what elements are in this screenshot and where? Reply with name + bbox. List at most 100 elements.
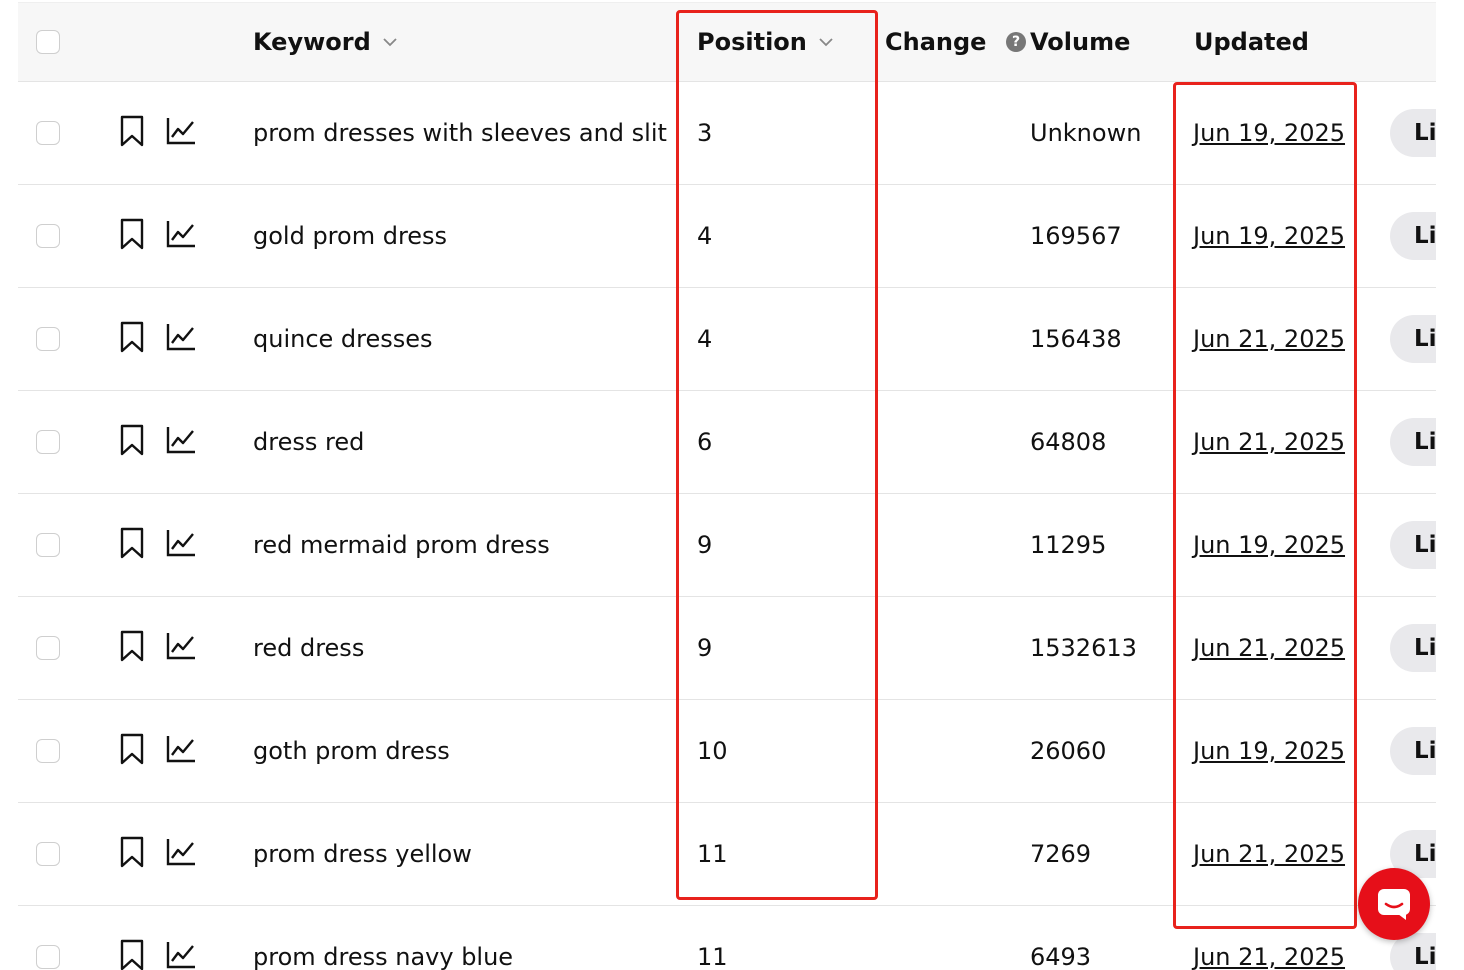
position-header-label: Position bbox=[697, 28, 807, 56]
row-checkbox[interactable] bbox=[36, 430, 60, 454]
row-checkbox[interactable] bbox=[36, 533, 60, 557]
bookmark-button[interactable] bbox=[118, 700, 146, 802]
row-action-button[interactable]: Li bbox=[1390, 418, 1436, 466]
updated-date-link[interactable]: Jun 21, 2025 bbox=[1193, 634, 1345, 662]
updated-cell: Jun 19, 2025 bbox=[1193, 185, 1345, 287]
updated-date-link[interactable]: Jun 19, 2025 bbox=[1193, 737, 1345, 765]
trend-button[interactable] bbox=[165, 597, 197, 699]
updated-header[interactable]: Updated bbox=[1194, 3, 1309, 81]
keyword-text: red dress bbox=[253, 634, 365, 662]
row-action-label: Li bbox=[1414, 944, 1436, 970]
table-row: quince dresses 4 156438 Jun 21, 2025 Li bbox=[18, 288, 1436, 391]
row-action-button[interactable]: Li bbox=[1390, 109, 1436, 157]
volume-value: 169567 bbox=[1030, 222, 1122, 250]
volume-cell: 156438 bbox=[1030, 288, 1122, 390]
position-cell: 4 bbox=[697, 185, 712, 287]
bookmark-button[interactable] bbox=[118, 803, 146, 905]
volume-value: 26060 bbox=[1030, 737, 1107, 765]
row-action-button[interactable]: Li bbox=[1390, 727, 1436, 775]
row-select-cell bbox=[36, 82, 60, 184]
volume-value: Unknown bbox=[1030, 119, 1142, 147]
info-icon[interactable]: ? bbox=[1006, 32, 1026, 52]
row-action-label: Li bbox=[1414, 532, 1436, 558]
keyword-text: prom dress navy blue bbox=[253, 943, 514, 970]
bookmark-icon bbox=[118, 321, 146, 357]
table-row: gold prom dress 4 169567 Jun 19, 2025 Li bbox=[18, 185, 1436, 288]
row-checkbox[interactable] bbox=[36, 327, 60, 351]
trend-button[interactable] bbox=[165, 391, 197, 493]
keyword-cell: red mermaid prom dress bbox=[253, 494, 550, 596]
position-header[interactable]: Position bbox=[697, 3, 835, 81]
row-checkbox[interactable] bbox=[36, 945, 60, 969]
bookmark-button[interactable] bbox=[118, 185, 146, 287]
keyword-text: goth prom dress bbox=[253, 737, 450, 765]
row-checkbox[interactable] bbox=[36, 739, 60, 763]
row-checkbox[interactable] bbox=[36, 121, 60, 145]
trend-button[interactable] bbox=[165, 906, 197, 970]
bookmark-icon bbox=[118, 218, 146, 254]
bookmark-button[interactable] bbox=[118, 288, 146, 390]
updated-date-link[interactable]: Jun 21, 2025 bbox=[1193, 943, 1345, 970]
position-cell: 4 bbox=[697, 288, 712, 390]
row-checkbox[interactable] bbox=[36, 842, 60, 866]
row-select-cell bbox=[36, 185, 60, 287]
row-select-cell bbox=[36, 391, 60, 493]
keyword-cell: red dress bbox=[253, 597, 364, 699]
row-action-button[interactable]: Li bbox=[1390, 212, 1436, 260]
position-cell: 11 bbox=[697, 803, 728, 905]
bookmark-button[interactable] bbox=[118, 391, 146, 493]
updated-date-link[interactable]: Jun 21, 2025 bbox=[1193, 428, 1345, 456]
position-value: 9 bbox=[697, 531, 713, 559]
bookmark-button[interactable] bbox=[118, 906, 146, 970]
bookmark-icon bbox=[118, 836, 146, 872]
keyword-cell: prom dresses with sleeves and slit bbox=[253, 82, 667, 184]
position-cell: 6 bbox=[697, 391, 712, 493]
trend-button[interactable] bbox=[165, 288, 197, 390]
row-action-label: Li bbox=[1414, 738, 1436, 764]
chat-button[interactable] bbox=[1358, 868, 1430, 940]
keyword-text: dress red bbox=[253, 428, 365, 456]
bookmark-icon bbox=[118, 939, 146, 970]
bookmark-icon bbox=[118, 527, 146, 563]
keyword-text: prom dress yellow bbox=[253, 840, 472, 868]
row-action-button[interactable]: Li bbox=[1390, 521, 1436, 569]
row-select-cell bbox=[36, 906, 60, 970]
keyword-cell: dress red bbox=[253, 391, 364, 493]
row-action-button[interactable]: Li bbox=[1390, 624, 1436, 672]
trend-chart-icon bbox=[165, 631, 197, 665]
trend-button[interactable] bbox=[165, 803, 197, 905]
trend-button[interactable] bbox=[165, 185, 197, 287]
row-action-button[interactable]: Li bbox=[1390, 315, 1436, 363]
volume-header[interactable]: ? Volume bbox=[1006, 3, 1130, 81]
chevron-down-icon[interactable] bbox=[381, 33, 399, 51]
row-select-cell bbox=[36, 494, 60, 596]
row-checkbox[interactable] bbox=[36, 636, 60, 660]
updated-cell: Jun 21, 2025 bbox=[1193, 597, 1345, 699]
chat-icon bbox=[1378, 889, 1410, 920]
change-header[interactable]: Change bbox=[885, 3, 986, 81]
position-value: 3 bbox=[697, 119, 713, 147]
trend-button[interactable] bbox=[165, 700, 197, 802]
keyword-cell: goth prom dress bbox=[253, 700, 450, 802]
row-action-label: Li bbox=[1414, 326, 1436, 352]
updated-date-link[interactable]: Jun 21, 2025 bbox=[1193, 840, 1345, 868]
bookmark-button[interactable] bbox=[118, 494, 146, 596]
trend-button[interactable] bbox=[165, 494, 197, 596]
position-value: 11 bbox=[697, 943, 728, 970]
trend-button[interactable] bbox=[165, 82, 197, 184]
keyword-header[interactable]: Keyword bbox=[253, 3, 399, 81]
change-header-label: Change bbox=[885, 28, 987, 56]
chevron-down-icon[interactable] bbox=[817, 33, 835, 51]
updated-date-link[interactable]: Jun 21, 2025 bbox=[1193, 325, 1345, 353]
bookmark-button[interactable] bbox=[118, 597, 146, 699]
select-all-checkbox[interactable] bbox=[36, 30, 60, 54]
table-row: red mermaid prom dress 9 11295 Jun 19, 2… bbox=[18, 494, 1436, 597]
volume-value: 11295 bbox=[1030, 531, 1107, 559]
updated-date-link[interactable]: Jun 19, 2025 bbox=[1193, 222, 1345, 250]
position-value: 6 bbox=[697, 428, 713, 456]
updated-date-link[interactable]: Jun 19, 2025 bbox=[1193, 531, 1345, 559]
updated-date-link[interactable]: Jun 19, 2025 bbox=[1193, 119, 1345, 147]
bookmark-button[interactable] bbox=[118, 82, 146, 184]
position-cell: 10 bbox=[697, 700, 728, 802]
row-checkbox[interactable] bbox=[36, 224, 60, 248]
